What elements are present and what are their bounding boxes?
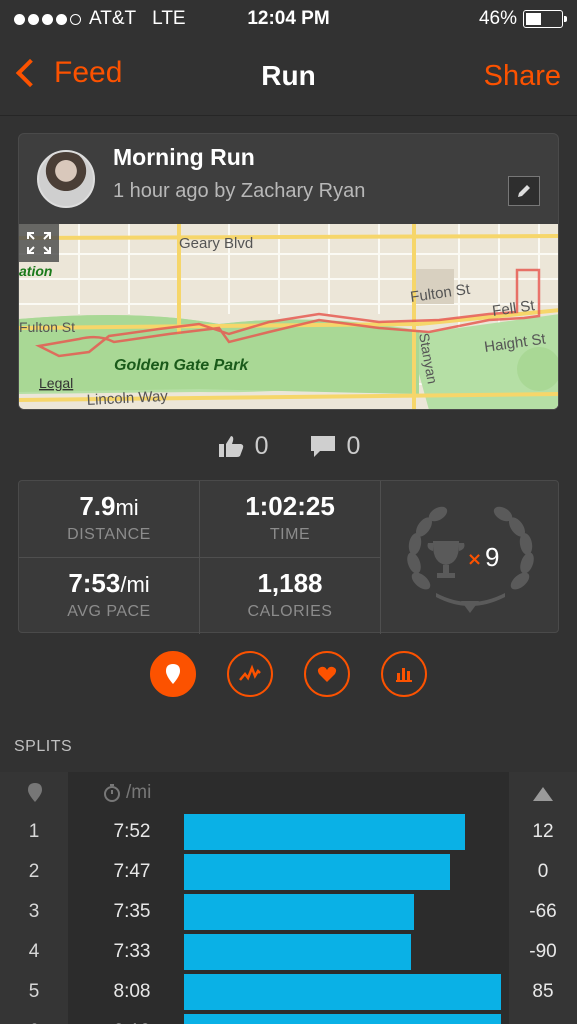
split-number: 3 [28,901,40,922]
tab-heart-rate[interactable] [304,651,350,697]
stat-distance: 7.9mi DISTANCE [19,481,199,557]
detail-tabs [0,651,577,697]
map-pin-icon [166,664,180,684]
split-row[interactable]: 3 7:35 -66 [0,892,577,932]
kudos-count: 0 [254,431,269,460]
pace-label: AVG PACE [67,603,151,620]
laurel-trophy-icon: × 9 [407,506,534,613]
comments-count: 0 [346,431,361,460]
tab-map[interactable] [150,651,196,697]
nav-bar: Feed Run Share [0,38,577,116]
map-legal-link[interactable]: Legal [39,375,73,391]
comment-icon [310,436,335,457]
split-pace: 7:47 [113,861,151,882]
activity-name: Morning Run [113,144,255,170]
route-map[interactable]: Geary Blvd ation Fulton St Fulton St Fel… [19,224,558,409]
split-pace: 7:52 [113,821,151,842]
expand-map-button[interactable] [19,224,59,262]
split-row[interactable]: 68:10 [0,1012,577,1024]
thumbs-up-icon [218,436,243,457]
edit-button[interactable] [508,176,540,206]
split-pace-bar [184,814,465,850]
split-elevation: 12 [532,821,554,842]
battery-icon [523,10,567,28]
splits-header: /mi [0,772,577,812]
split-pace: 7:35 [113,901,151,922]
pencil-icon [518,185,530,197]
pace-value: 7:53 [68,568,121,598]
pace-chart-icon [239,664,261,681]
tab-analysis[interactable] [381,651,427,697]
achievement-multiplier: × [467,549,482,570]
expand-icon [27,232,51,254]
split-elevation: 85 [532,981,554,1002]
stat-time: 1:02:25 TIME [200,481,380,557]
split-row[interactable]: 1 7:52 12 [0,812,577,852]
map-label-ation: ation [19,263,52,279]
calories-value: 1,188 [257,568,323,598]
distance-label: DISTANCE [67,526,151,543]
avatar[interactable] [37,150,95,208]
split-elevation: -66 [529,901,557,922]
split-elevation: -90 [529,941,557,962]
splits-heading: SPLITS [14,738,73,755]
split-row[interactable]: 5 8:08 85 [0,972,577,1012]
calories-label: CALORIES [247,603,333,620]
map-label-park: Golden Gate Park [114,357,249,374]
split-pace-bar [184,894,414,930]
share-button[interactable]: Share [484,60,561,93]
social-bar: 0 0 [0,428,577,464]
split-pace-bar [184,934,411,970]
map-label-fulton-left: Fulton St [19,319,75,335]
split-number: 1 [28,821,40,842]
kudos-button[interactable]: 0 [217,428,269,464]
bar-chart-icon [396,668,412,682]
pace-header: /mi [126,782,152,803]
stat-pace: 7:53/mi AVG PACE [19,558,199,634]
time-value: 1:02:25 [245,491,335,521]
pace-unit: /mi [120,572,150,597]
splits-table[interactable]: /mi 1 7:52 12 2 7:47 0 3 7:35 -66 4 7:33 -90 5 8:08 85… [0,772,577,1024]
heart-icon [317,666,337,682]
stopwatch-icon [104,784,120,802]
status-bar: AT&T LTE 12:04 PM 46% [0,0,577,38]
stat-calories: 1,188 CALORIES [200,558,380,634]
distance-unit: mi [115,495,139,520]
stats-panel: 7.9mi DISTANCE 1:02:25 TIME 7:53/mi AVG … [18,480,560,634]
achievement-count: 9 [485,542,499,572]
split-row[interactable]: 2 7:47 0 [0,852,577,892]
split-pace: 7:33 [113,941,151,962]
split-number: 2 [28,861,40,882]
distance-value: 7.9 [79,491,116,521]
split-pace-bar [184,854,450,890]
elevation-triangle-icon [533,787,553,801]
time-label: TIME [269,526,311,543]
map-label-geary: Geary Blvd [179,235,253,252]
comments-button[interactable]: 0 [309,428,361,464]
activity-card: Morning Run 1 hour ago by Zachary Ryan G… [18,133,559,410]
split-pace-bar [184,974,501,1010]
split-pace-bar [184,1014,501,1024]
split-number: 4 [28,941,40,962]
activity-subtitle: 1 hour ago by Zachary Ryan [113,180,366,202]
split-number: 5 [28,981,40,1002]
achievements-badge[interactable]: × 9 [381,481,560,634]
split-row[interactable]: 4 7:33 -90 [0,932,577,972]
split-elevation: 0 [537,861,549,882]
split-pace: 8:08 [113,981,151,1002]
tab-pace[interactable] [227,651,273,697]
battery-percent: 46% [478,8,517,29]
map-graphic: Geary Blvd ation Fulton St Fulton St Fel… [19,224,558,409]
map-pin-icon [28,783,42,802]
